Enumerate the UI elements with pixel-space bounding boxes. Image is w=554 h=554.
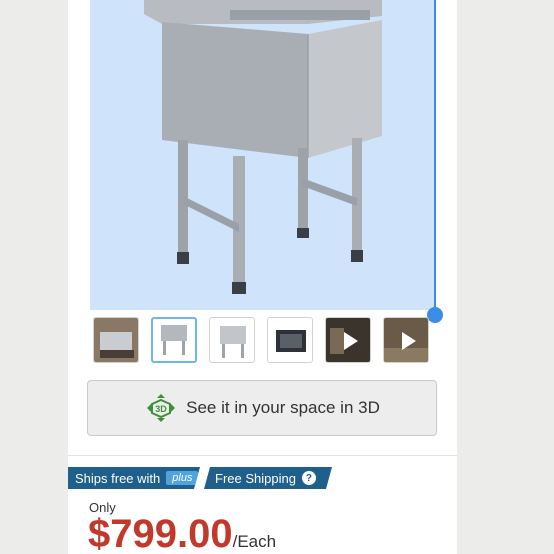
section-divider bbox=[68, 455, 457, 456]
video-thumb-2 bbox=[384, 318, 428, 362]
price-unit: /Each bbox=[232, 532, 277, 551]
thumbnail-2[interactable] bbox=[151, 317, 197, 363]
free-shipping-badge[interactable]: Free Shipping ? bbox=[204, 467, 332, 489]
thumbnail-3[interactable] bbox=[209, 317, 255, 363]
thumbnail-4[interactable] bbox=[267, 317, 313, 363]
thumbnail-strip bbox=[93, 317, 433, 367]
sink-installed-thumb bbox=[94, 318, 138, 362]
view-in-3d-label: See it in your space in 3D bbox=[186, 398, 380, 417]
video-thumb-1 bbox=[326, 318, 370, 362]
thumbnail-5[interactable] bbox=[325, 317, 371, 363]
sink-side-thumb bbox=[220, 326, 246, 358]
plus-shipping-badge[interactable]: Ships free with plus bbox=[68, 467, 200, 489]
view-in-3d-button[interactable]: 3D See it in your space in 3D bbox=[87, 380, 437, 436]
thumbnail-1[interactable] bbox=[93, 317, 139, 363]
underbar-sink-illustration bbox=[144, 0, 382, 294]
price: $799.00/Each bbox=[88, 512, 276, 554]
sink-top-thumb bbox=[276, 330, 306, 352]
thumbnail-6[interactable] bbox=[383, 317, 429, 363]
plus-logo: plus bbox=[166, 471, 198, 485]
product-card: 3D See it in your space in 3D Ships free… bbox=[68, 0, 457, 554]
svg-text:3D: 3D bbox=[155, 404, 167, 414]
price-amount: $799.00 bbox=[88, 512, 233, 554]
ar-3d-icon: 3D bbox=[147, 394, 176, 422]
product-main-image[interactable] bbox=[90, 0, 435, 310]
selection-line bbox=[434, 0, 436, 316]
sink-front-thumb bbox=[161, 325, 187, 355]
help-icon[interactable]: ? bbox=[302, 471, 316, 485]
